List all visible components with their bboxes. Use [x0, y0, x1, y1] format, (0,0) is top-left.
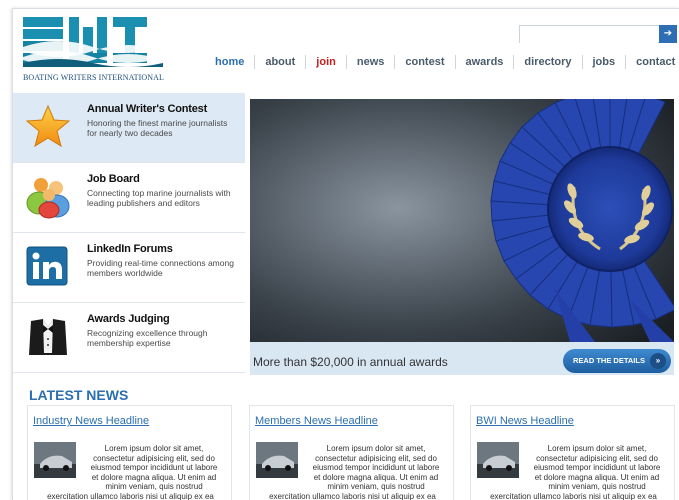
feature-desc: Providing real-time connections among me… — [87, 258, 234, 278]
news-headline-link[interactable]: Industry News Headline — [33, 415, 149, 427]
read-details-label: READ THE DETAILS — [573, 356, 645, 365]
search-button[interactable]: ➔ — [659, 25, 677, 43]
excerpt-line: consectetur adipisicing elit, sed do — [93, 453, 215, 463]
nav-news[interactable]: news — [345, 55, 395, 69]
double-chevron-icon: » — [650, 353, 666, 369]
excerpt-line: eiusmod tempor incididunt ut labore — [90, 463, 218, 472]
feature-title: Annual Writer's Contest — [87, 103, 208, 115]
award-ribbon-image — [250, 99, 674, 342]
feature-title: LinkedIn Forums — [87, 243, 173, 255]
main-nav: home about join news contest awards dire… — [205, 52, 679, 72]
news-excerpt: Lorem ipsum dolor sit amet, consectetur … — [36, 444, 228, 500]
search-box: ➔ — [519, 25, 677, 45]
excerpt-line: Lorem ipsum dolor sit amet, — [104, 444, 204, 453]
page: BOATING WRITERS INTERNATIONAL ➔ home abo… — [12, 8, 679, 500]
star-icon — [25, 103, 71, 149]
feature-desc: Connecting top marine journalists with l… — [87, 188, 231, 208]
feature-title: Job Board — [87, 173, 140, 185]
logo-text: BOATING WRITERS INTERNATIONAL — [23, 73, 164, 82]
bwi-logo[interactable]: BOATING WRITERS INTERNATIONAL — [23, 17, 164, 85]
nav-directory[interactable]: directory — [513, 55, 581, 69]
tuxedo-icon — [25, 313, 71, 359]
excerpt-line: Lorem ipsum dolor sit amet, — [326, 444, 426, 453]
excerpt-line: exercitation ullamco laboris nisi ut ali… — [269, 491, 436, 500]
news-card-industry: Industry News Headline Lorem ipsum dolor… — [27, 405, 232, 500]
latest-news-heading: LATEST NEWS — [29, 387, 129, 403]
news-headline-link[interactable]: Members News Headline — [255, 415, 378, 427]
feature-desc: Recognizing excellence through membershi… — [87, 328, 208, 348]
feature-awards-judging[interactable]: Awards Judging Recognizing excellence th… — [13, 303, 245, 373]
excerpt-line: minim veniam, quis nostrud — [327, 482, 425, 491]
feature-linkedin-forums[interactable]: LinkedIn Forums Providing real-time conn… — [13, 233, 245, 303]
news-headline-link[interactable]: BWI News Headline — [476, 415, 574, 427]
nav-jobs[interactable]: jobs — [581, 55, 626, 69]
excerpt-line: exercitation ullamco laboris nisi ut ali… — [47, 491, 214, 500]
hero-caption: More than $20,000 in annual awards — [253, 355, 448, 369]
excerpt-line: eiusmod tempor incididunt ut labore — [533, 463, 661, 472]
excerpt-line: et dolore magna aliqua. Ut enim ad — [534, 472, 660, 482]
nav-awards[interactable]: awards — [454, 55, 514, 69]
nav-home[interactable]: home — [205, 55, 254, 69]
feature-job-board[interactable]: Job Board Connecting top marine journali… — [13, 163, 245, 233]
news-card-members: Members News Headline Lorem ipsum dolor … — [249, 405, 454, 500]
excerpt-line: consectetur adipisicing elit, sed do — [315, 453, 437, 463]
people-icon — [25, 173, 71, 219]
feature-title: Awards Judging — [87, 313, 170, 325]
news-card-bwi: BWI News Headline Lorem ipsum dolor sit … — [470, 405, 675, 500]
excerpt-line: eiusmod tempor incididunt ut labore — [312, 463, 440, 472]
hero-banner: More than $20,000 in annual awards READ … — [250, 99, 674, 375]
excerpt-line: consectetur adipisicing elit, sed do — [536, 453, 658, 463]
excerpt-line: Lorem ipsum dolor sit amet, — [547, 444, 647, 453]
logo-mark — [23, 17, 163, 67]
site-header: BOATING WRITERS INTERNATIONAL ➔ home abo… — [13, 9, 679, 89]
excerpt-line: minim veniam, quis nostrud — [105, 482, 203, 491]
excerpt-line: et dolore magna aliqua. Ut enim ad — [313, 472, 439, 482]
search-input[interactable] — [520, 28, 658, 45]
news-excerpt: Lorem ipsum dolor sit amet, consectetur … — [479, 444, 671, 500]
feature-list: Annual Writer's Contest Honoring the fin… — [13, 93, 245, 373]
excerpt-line: exercitation ullamco laboris nisi ut ali… — [490, 491, 657, 500]
linkedin-icon — [25, 243, 71, 289]
feature-writers-contest[interactable]: Annual Writer's Contest Honoring the fin… — [13, 93, 245, 163]
nav-about[interactable]: about — [254, 55, 305, 69]
excerpt-line: et dolore magna aliqua. Ut enim ad — [91, 472, 217, 482]
excerpt-line: minim veniam, quis nostrud — [548, 482, 646, 491]
read-details-button[interactable]: READ THE DETAILS » — [563, 349, 671, 373]
nav-contest[interactable]: contest — [394, 55, 454, 69]
nav-join[interactable]: join — [305, 55, 346, 69]
nav-contact[interactable]: contact — [625, 55, 679, 69]
feature-desc: Honoring the finest marine journalists f… — [87, 118, 228, 138]
news-excerpt: Lorem ipsum dolor sit amet, consectetur … — [258, 444, 450, 500]
